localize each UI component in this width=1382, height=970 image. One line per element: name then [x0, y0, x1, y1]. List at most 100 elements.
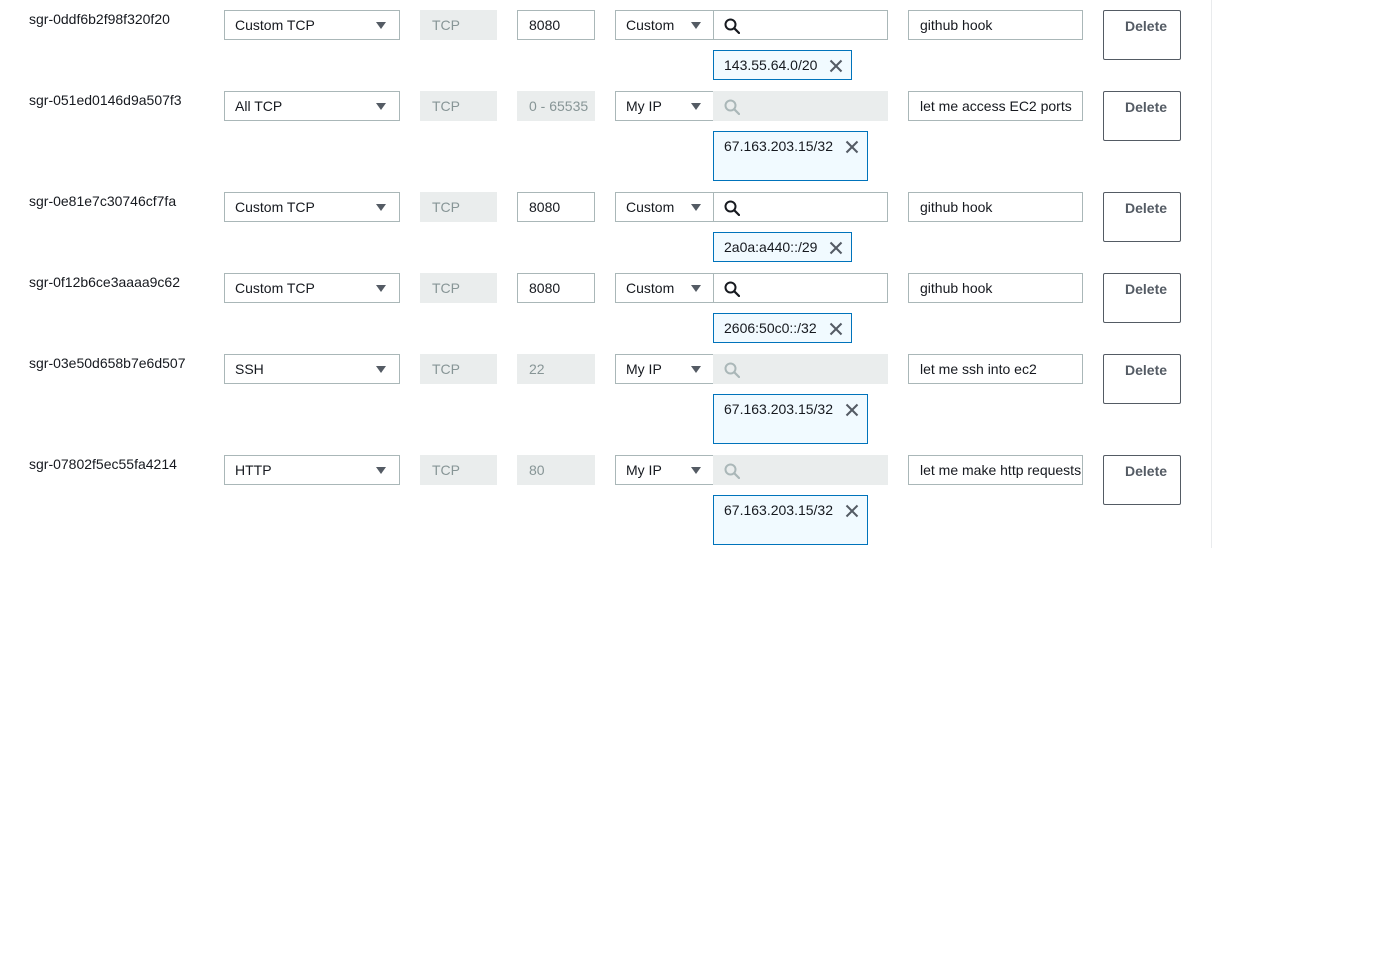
search-icon [724, 200, 741, 217]
rule-type-select[interactable]: SSH [224, 354, 400, 384]
caret-down-icon [376, 366, 386, 373]
rule-type-select[interactable]: All TCP [224, 91, 400, 121]
close-icon[interactable] [845, 402, 859, 417]
inbound-rule-row: sgr-07802f5ec55fa4214 HTTP TCP 80 My IP let m… [0, 455, 1211, 545]
delete-rule-button[interactable]: Delete [1103, 354, 1181, 404]
source-search-input [713, 91, 888, 121]
source-search-input[interactable] [713, 192, 888, 222]
source-cidr-value: 67.163.203.15/32 [724, 502, 833, 518]
rule-type-value: HTTP [235, 462, 272, 478]
source-type-value: My IP [626, 361, 662, 377]
source-type-select[interactable]: My IP [615, 91, 714, 121]
rule-type-select[interactable]: Custom TCP [224, 10, 400, 40]
source-type-value: Custom [626, 17, 675, 33]
caret-down-icon [376, 103, 386, 110]
close-icon[interactable] [829, 240, 843, 255]
source-cidr-value: 67.163.203.15/32 [724, 401, 833, 417]
description-input[interactable]: let me make http requests [908, 455, 1083, 485]
description-input[interactable]: let me access EC2 ports [908, 91, 1083, 121]
protocol-field: TCP [420, 455, 497, 485]
source-cidr-value: 67.163.203.15/32 [724, 138, 833, 154]
delete-rule-button[interactable]: Delete [1103, 273, 1181, 323]
security-group-rule-id: sgr-03e50d658b7e6d507 [29, 355, 186, 371]
rule-type-select[interactable]: Custom TCP [224, 273, 400, 303]
source-search-input[interactable] [713, 10, 888, 40]
port-range-input[interactable]: 8080 [517, 10, 595, 40]
port-range-input: 0 - 65535 [517, 91, 595, 121]
rule-type-value: Custom TCP [235, 280, 315, 296]
search-icon [724, 18, 741, 35]
caret-down-icon [691, 204, 701, 211]
source-type-select[interactable]: Custom [615, 10, 714, 40]
close-icon[interactable] [845, 139, 859, 154]
port-range-input: 22 [517, 354, 595, 384]
source-type-value: Custom [626, 199, 675, 215]
source-cidr-token: 67.163.203.15/32 [713, 131, 868, 181]
source-type-value: Custom [626, 280, 675, 296]
port-range-input[interactable]: 8080 [517, 192, 595, 222]
source-cidr-token: 67.163.203.15/32 [713, 495, 868, 545]
security-group-rule-id: sgr-0ddf6b2f98f320f20 [29, 11, 170, 27]
search-icon [724, 281, 741, 298]
protocol-field: TCP [420, 273, 497, 303]
close-icon[interactable] [829, 58, 843, 73]
description-input[interactable]: let me ssh into ec2 [908, 354, 1083, 384]
source-type-select[interactable]: My IP [615, 354, 714, 384]
source-cidr-value: 143.55.64.0/20 [724, 57, 818, 73]
inbound-rule-row: sgr-0e81e7c30746cf7fa Custom TCP TCP 8080 Cu… [0, 192, 1211, 272]
inbound-rule-row: sgr-051ed0146d9a507f3 All TCP TCP 0 - 65535… [0, 91, 1211, 181]
security-group-rule-id: sgr-0f12b6ce3aaaa9c62 [29, 274, 181, 290]
rule-type-value: All TCP [235, 98, 283, 114]
source-type-value: My IP [626, 462, 662, 478]
caret-down-icon [376, 467, 386, 474]
source-type-select[interactable]: My IP [615, 455, 714, 485]
rule-type-select[interactable]: Custom TCP [224, 192, 400, 222]
source-cidr-token: 2a0a:a440::/29 [713, 232, 853, 262]
protocol-field: TCP [420, 91, 497, 121]
search-icon [724, 463, 741, 480]
caret-down-icon [691, 22, 701, 29]
rule-type-value: SSH [235, 361, 264, 377]
inbound-rule-row: sgr-0ddf6b2f98f320f20 Custom TCP TCP 8080 Cu… [0, 10, 1211, 90]
source-cidr-token: 2606:50c0::/32 [713, 313, 852, 343]
close-icon[interactable] [845, 503, 859, 518]
panel-divider [1211, 0, 1212, 548]
description-input[interactable]: github hook [908, 273, 1083, 303]
source-type-select[interactable]: Custom [615, 273, 714, 303]
delete-rule-button[interactable]: Delete [1103, 455, 1181, 505]
source-cidr-value: 2606:50c0::/32 [724, 320, 817, 336]
delete-rule-button[interactable]: Delete [1103, 192, 1181, 242]
protocol-field: TCP [420, 192, 497, 222]
port-range-input[interactable]: 8080 [517, 273, 595, 303]
source-search-input [713, 455, 888, 485]
source-cidr-value: 2a0a:a440::/29 [724, 239, 818, 255]
inbound-rule-row: sgr-0f12b6ce3aaaa9c62 Custom TCP TCP 8080 Cu… [0, 273, 1211, 353]
security-group-rule-id: sgr-0e81e7c30746cf7fa [29, 193, 177, 209]
description-input[interactable]: github hook [908, 10, 1083, 40]
caret-down-icon [376, 22, 386, 29]
source-cidr-token: 67.163.203.15/32 [713, 394, 868, 444]
rule-type-value: Custom TCP [235, 17, 315, 33]
protocol-field: TCP [420, 10, 497, 40]
source-search-input[interactable] [713, 273, 888, 303]
port-range-input: 80 [517, 455, 595, 485]
rule-type-select[interactable]: HTTP [224, 455, 400, 485]
security-group-rule-id: sgr-051ed0146d9a507f3 [29, 92, 182, 108]
inbound-rules-list: sgr-0ddf6b2f98f320f20 Custom TCP TCP 8080 Cu… [0, 0, 1382, 970]
source-type-select[interactable]: Custom [615, 192, 714, 222]
search-icon [724, 99, 741, 116]
caret-down-icon [691, 103, 701, 110]
description-input[interactable]: github hook [908, 192, 1083, 222]
caret-down-icon [691, 467, 701, 474]
delete-rule-button[interactable]: Delete [1103, 10, 1181, 60]
caret-down-icon [691, 285, 701, 292]
protocol-field: TCP [420, 354, 497, 384]
rule-type-value: Custom TCP [235, 199, 315, 215]
inbound-rule-row: sgr-03e50d658b7e6d507 SSH TCP 22 My IP let me… [0, 354, 1211, 444]
caret-down-icon [376, 285, 386, 292]
source-type-value: My IP [626, 98, 662, 114]
caret-down-icon [376, 204, 386, 211]
close-icon[interactable] [829, 321, 843, 336]
source-cidr-token: 143.55.64.0/20 [713, 50, 853, 80]
delete-rule-button[interactable]: Delete [1103, 91, 1181, 141]
